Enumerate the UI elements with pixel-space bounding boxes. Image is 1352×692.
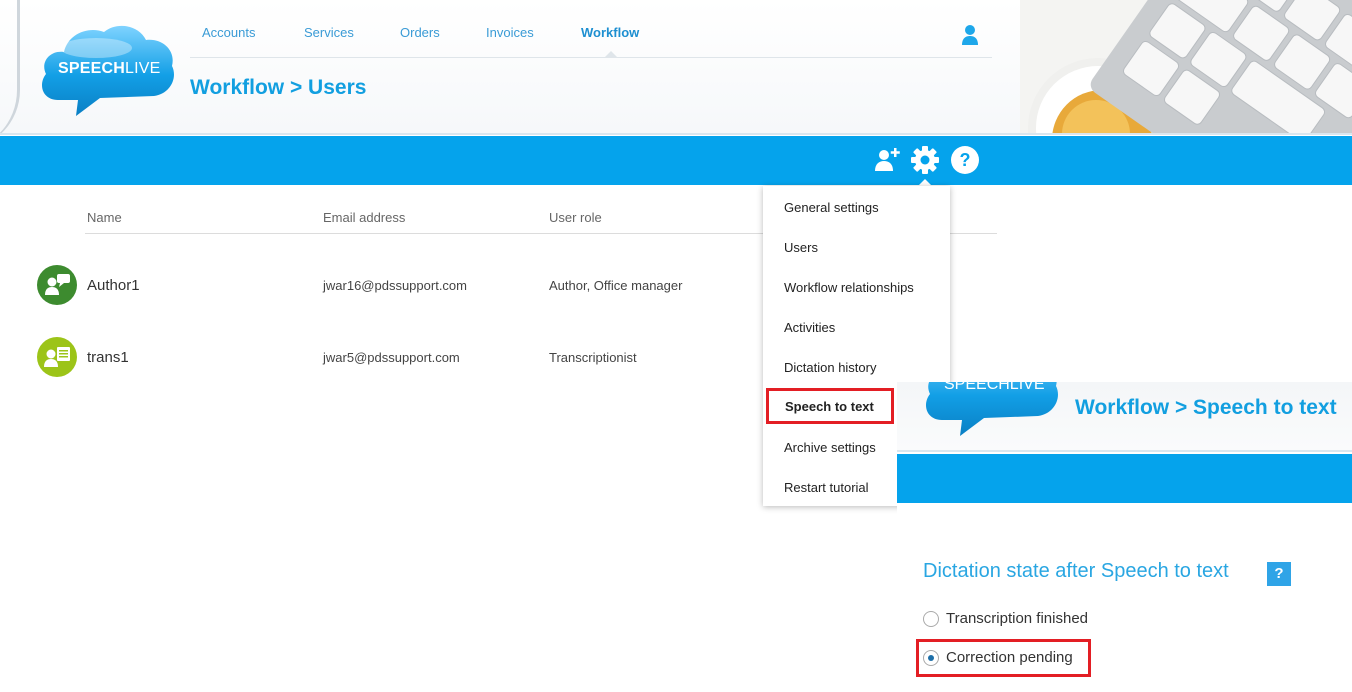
user-role: Transcriptionist [549,350,637,365]
inset-page-title: Workflow > Speech to text [1075,396,1337,419]
app-header: SPEECHLIVE Accounts Services Orders Invo… [0,0,1352,135]
header-decoration [0,0,20,133]
column-header-role[interactable]: User role [549,210,602,225]
user-email: jwar5@pdssupport.com [323,350,460,365]
speechlive-logo[interactable]: SPEECHLIVE [38,22,176,118]
menu-pointer [918,179,932,186]
menu-item-dictation-history[interactable]: Dictation history [784,360,876,375]
section-title: Dictation state after Speech to text [923,560,1229,582]
transcriptionist-avatar-icon [37,337,77,377]
help-icon[interactable]: ? [950,145,980,175]
active-nav-indicator [605,51,617,57]
nav-accounts[interactable]: Accounts [202,25,255,40]
keyboard-coffee-image [1020,0,1352,133]
radio-button[interactable] [923,611,939,627]
user-role: Author, Office manager [549,278,683,293]
menu-item-users[interactable]: Users [784,240,818,255]
add-user-icon[interactable] [872,145,902,175]
author-avatar-icon [37,265,77,305]
nav-invoices[interactable]: Invoices [486,25,534,40]
inset-toolbar [897,454,1352,503]
inset-header: SPEECHLIVE Workflow > Speech to text [897,382,1352,452]
menu-item-general-settings[interactable]: General settings [784,200,879,215]
gear-icon[interactable] [910,145,940,175]
menu-item-archive-settings[interactable]: Archive settings [784,440,876,455]
column-header-name[interactable]: Name [87,210,122,225]
user-name[interactable]: Author1 [87,277,140,294]
nav-orders[interactable]: Orders [400,25,440,40]
help-icon[interactable]: ? [1267,562,1291,586]
top-navigation: Accounts Services Orders Invoices Workfl… [190,22,992,58]
column-header-email[interactable]: Email address [323,210,405,225]
page-title: Workflow > Users [190,76,367,99]
user-name[interactable]: trans1 [87,349,129,366]
table-row[interactable]: Author1 jwar16@pdssupport.com Author, Of… [0,262,760,312]
inset-logo-text: SPEECHLIVE [944,382,1045,393]
user-account-icon[interactable] [960,24,980,46]
menu-item-restart-tutorial[interactable]: Restart tutorial [784,480,869,495]
menu-item-speech-to-text[interactable]: Speech to text [766,388,894,424]
inset-speechlive-logo: SPEECHLIVE [922,382,1062,438]
logo-text: SPEECHLIVE [58,60,161,77]
help-glyph: ? [960,150,971,170]
selection-highlight-box [916,639,1091,677]
user-email: jwar16@pdssupport.com [323,278,467,293]
table-row[interactable]: trans1 jwar5@pdssupport.com Transcriptio… [0,334,760,384]
option-label: Transcription finished [946,610,1089,627]
menu-item-activities[interactable]: Activities [784,320,835,335]
nav-services[interactable]: Services [304,25,354,40]
action-toolbar: ? [0,136,1352,185]
menu-item-workflow-relationships[interactable]: Workflow relationships [784,280,914,295]
nav-workflow[interactable]: Workflow [581,25,639,40]
